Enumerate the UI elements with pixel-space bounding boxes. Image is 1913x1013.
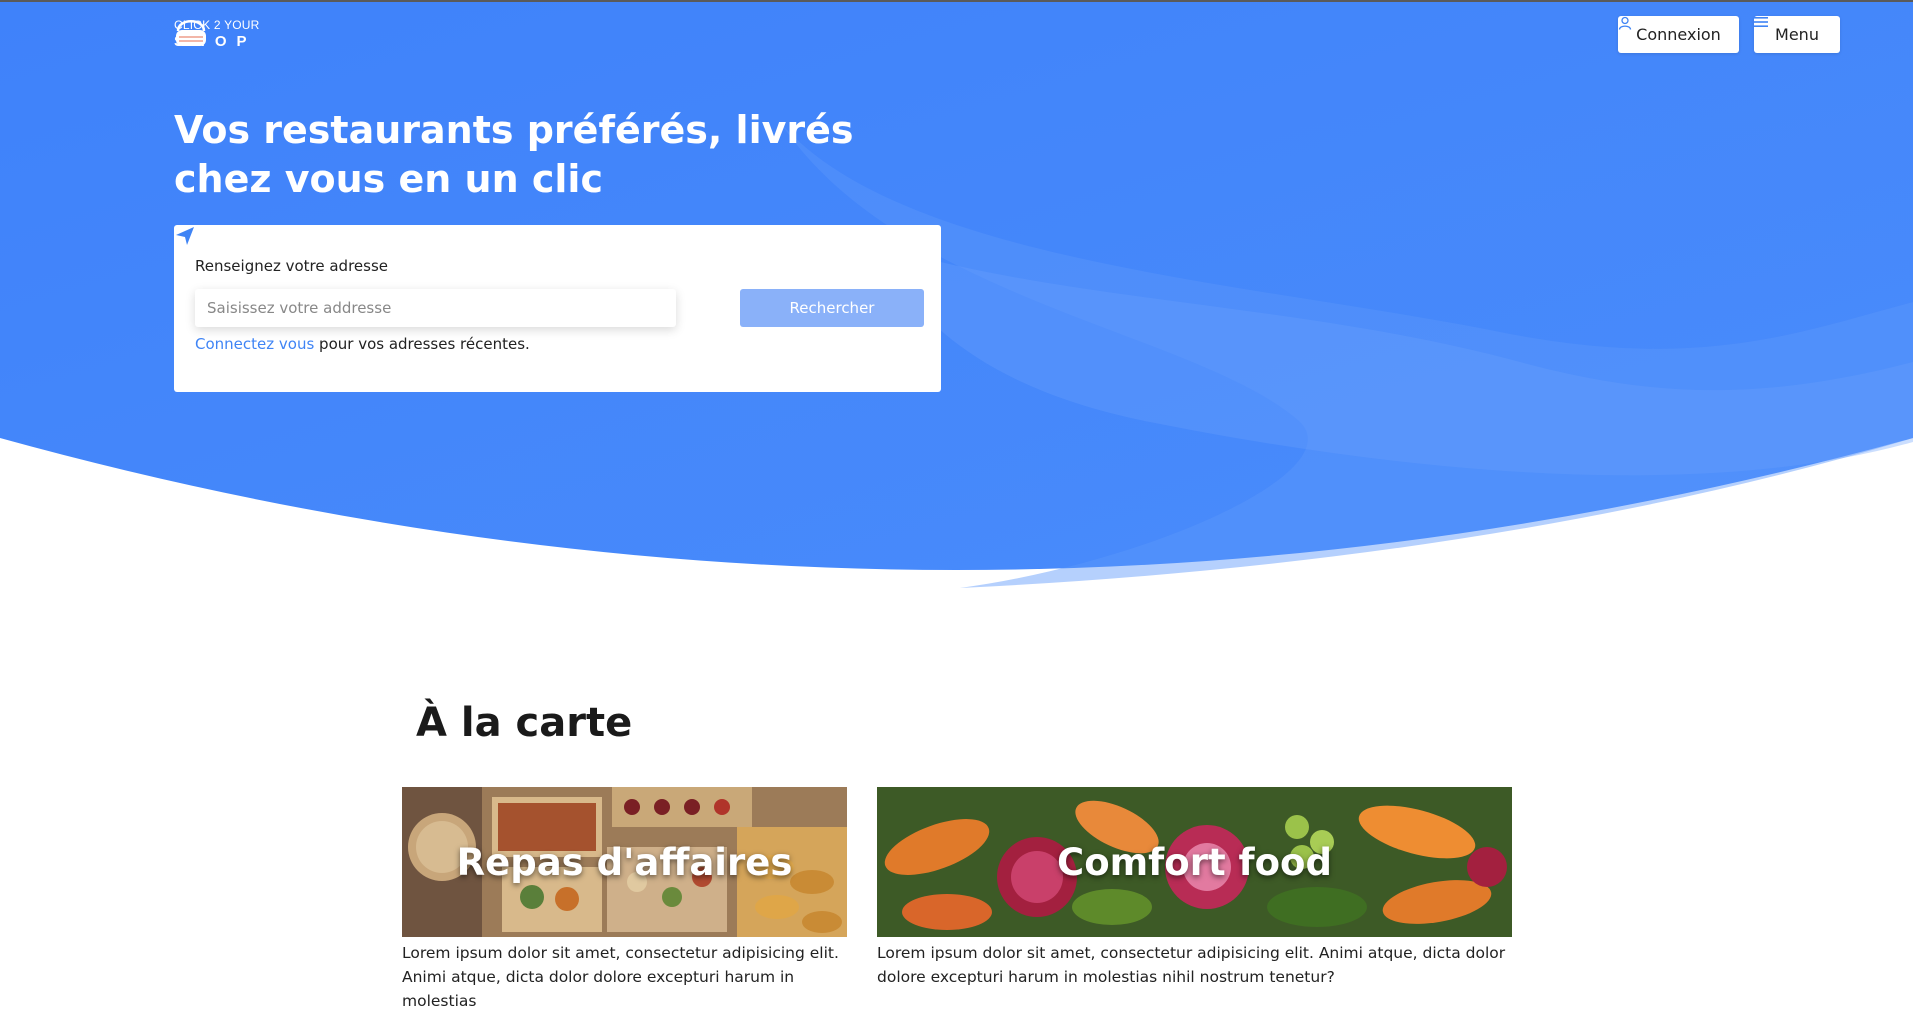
hero-title: Vos restaurants préférés, livrés chez vo… xyxy=(174,108,854,201)
login-link[interactable]: Connectez vous xyxy=(195,335,314,353)
category-card-comfort-food[interactable]: Comfort food Lorem ipsum dolor sit amet,… xyxy=(877,787,1512,989)
login-label: Connexion xyxy=(1636,25,1721,44)
address-search-card: Renseignez votre adresse Rechercher Conn… xyxy=(174,225,941,392)
basket-icon xyxy=(176,20,206,46)
brand-logo[interactable]: CLICK 2 YOUR SHOP xyxy=(174,16,304,52)
login-button[interactable]: Connexion xyxy=(1618,16,1739,53)
recent-addresses-line: Connectez vous pour vos adresses récente… xyxy=(195,335,530,353)
search-button[interactable]: Rechercher xyxy=(740,289,924,327)
card-image[interactable]: Comfort food xyxy=(877,787,1512,937)
category-card-business-meal[interactable]: Repas d'affaires Lorem ipsum dolor sit a… xyxy=(402,787,847,1013)
address-input[interactable] xyxy=(195,289,676,327)
hero-banner: CLICK 2 YOUR SHOP Connexion Menu Vos res… xyxy=(0,2,1913,589)
hamburger-icon xyxy=(1754,17,1768,27)
recent-addresses-text: pour vos adresses récentes. xyxy=(314,335,530,353)
card-description: Lorem ipsum dolor sit amet, consectetur … xyxy=(402,944,839,1010)
card-title: Comfort food xyxy=(1057,840,1332,884)
section-title: À la carte xyxy=(416,700,633,746)
card-title: Repas d'affaires xyxy=(456,840,793,884)
address-label: Renseignez votre adresse xyxy=(195,257,389,275)
location-arrow-icon[interactable] xyxy=(174,225,196,247)
menu-label: Menu xyxy=(1775,25,1819,44)
user-icon xyxy=(1618,16,1632,30)
menu-button[interactable]: Menu xyxy=(1754,16,1840,53)
card-image[interactable]: Repas d'affaires xyxy=(402,787,847,937)
